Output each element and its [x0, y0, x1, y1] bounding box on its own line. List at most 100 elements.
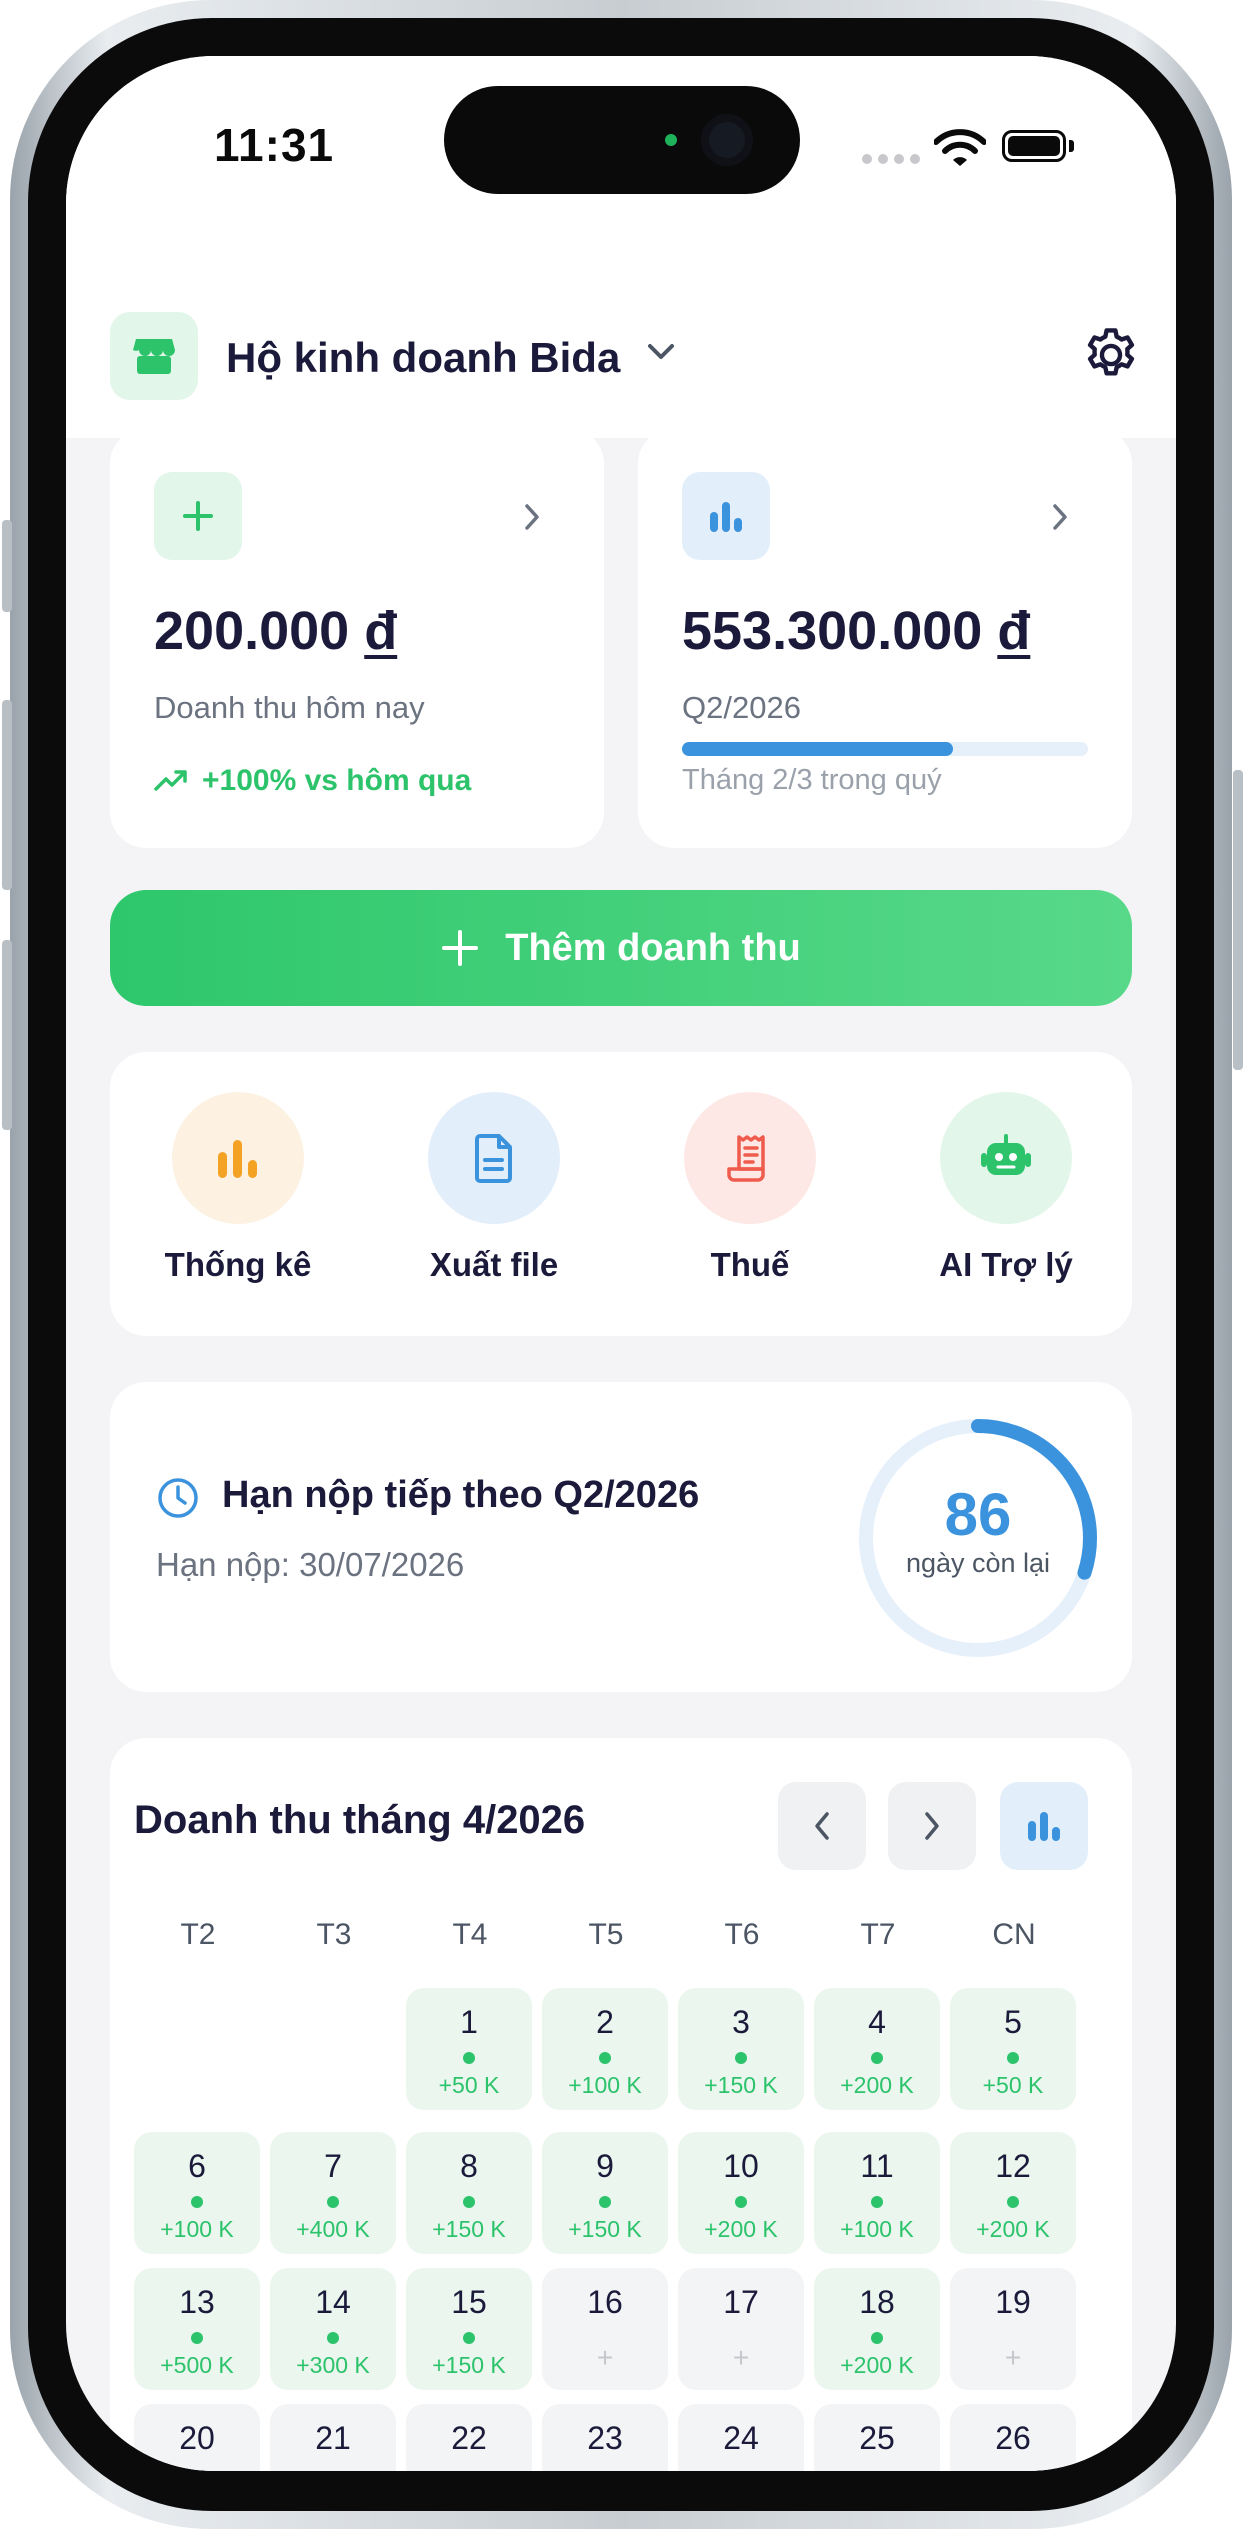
calendar-day-number: 6: [188, 2148, 206, 2184]
action-label: Thống kê: [164, 1246, 312, 1283]
today-revenue-card[interactable]: 200.000 đ Doanh thu hôm nay +100% vs hôm…: [110, 428, 604, 848]
store-icon: [110, 312, 198, 400]
calendar-day[interactable]: 6 +100 K: [134, 2132, 260, 2254]
revenue-dot: [1007, 2052, 1019, 2064]
quarter-progress-label: Tháng 2/3 trong quý: [682, 764, 942, 796]
today-currency: đ: [364, 601, 398, 661]
calendar-day-number: 14: [315, 2284, 351, 2320]
calendar-day[interactable]: 17 +: [678, 2268, 804, 2390]
revenue-dot: [599, 2052, 611, 2064]
action-tax[interactable]: Thuế: [640, 1092, 860, 1284]
calendar-day[interactable]: 11 +100 K: [814, 2132, 940, 2254]
calendar-day[interactable]: 9 +150 K: [542, 2132, 668, 2254]
status-time: 11:31: [214, 119, 335, 171]
revenue-dot: [599, 2196, 611, 2208]
calendar-day-number: 18: [859, 2284, 895, 2320]
calendar-day[interactable]: 8 +150 K: [406, 2132, 532, 2254]
action-statistics[interactable]: Thống kê: [128, 1092, 348, 1284]
add-revenue-button[interactable]: Thêm doanh thu: [110, 890, 1132, 1006]
document-icon: [428, 1092, 560, 1224]
gear-icon[interactable]: [1080, 324, 1142, 386]
calendar-day-number: 3: [732, 2004, 750, 2040]
calendar-day[interactable]: 4 +200 K: [814, 1988, 940, 2110]
calendar-day-amount: +100 K: [840, 2216, 914, 2242]
calendar-day[interactable]: 19 +: [950, 2268, 1076, 2390]
calendar-day-amount: +400 K: [296, 2216, 370, 2242]
calendar-day-number: 25: [859, 2420, 895, 2456]
calendar-day[interactable]: 14 +300 K: [270, 2268, 396, 2390]
calendar-day[interactable]: 18 +200 K: [814, 2268, 940, 2390]
calendar-day[interactable]: 15 +150 K: [406, 2268, 532, 2390]
calendar-day-number: 4: [868, 2004, 886, 2040]
calendar-day-number: 5: [1004, 2004, 1022, 2040]
calendar-day-amount: +500 K: [160, 2352, 234, 2378]
calendar-day[interactable]: 22: [406, 2404, 532, 2471]
calendar-day-number: 8: [460, 2148, 478, 2184]
next-month-button[interactable]: [888, 1782, 976, 1870]
quarter-amount-value: 553.300.000: [682, 601, 983, 661]
calendar-day[interactable]: 3 +150 K: [678, 1988, 804, 2110]
calendar-day[interactable]: 21: [270, 2404, 396, 2471]
action-label: AI Trợ lý: [939, 1246, 1073, 1283]
calendar-day[interactable]: 12 +200 K: [950, 2132, 1076, 2254]
quarter-revenue-amount: 553.300.000 đ: [682, 600, 1030, 662]
calendar-day-amount: +200 K: [840, 2072, 914, 2098]
calendar-day-amount: +100 K: [568, 2072, 642, 2098]
calendar-day-number: 23: [587, 2420, 623, 2456]
action-label: Thuế: [710, 1246, 790, 1283]
calendar-day[interactable]: 13 +500 K: [134, 2268, 260, 2390]
bar-chart-icon: [1028, 1812, 1060, 1841]
weekday-label: T2: [180, 1918, 216, 1951]
action-label: Xuất file: [429, 1246, 559, 1283]
app-screen: 11:31 Hộ kinh doanh Bida 200.000 đ Doanh…: [66, 56, 1176, 2471]
calendar-day-number: 16: [587, 2284, 623, 2320]
action-ai-assistant[interactable]: AI Trợ lý: [896, 1092, 1116, 1284]
business-selector[interactable]: Hộ kinh doanh Bida: [226, 334, 620, 382]
days-left-label: ngày còn lại: [905, 1548, 1051, 1578]
chevron-right-icon[interactable]: [522, 502, 542, 532]
battery-icon: [1002, 130, 1066, 162]
calendar-day-amount: +200 K: [704, 2216, 778, 2242]
calendar-day-number: 7: [324, 2148, 342, 2184]
power-button: [1233, 770, 1243, 1070]
calendar-day-number: 22: [451, 2420, 487, 2456]
action-export-file[interactable]: Xuất file: [384, 1092, 604, 1284]
calendar-day[interactable]: 25: [814, 2404, 940, 2471]
chevron-right-icon: [925, 1812, 939, 1840]
calendar-day[interactable]: 16 +: [542, 2268, 668, 2390]
chevron-down-icon[interactable]: [646, 342, 676, 362]
calendar-day[interactable]: 23: [542, 2404, 668, 2471]
add-entry-icon: +: [732, 2342, 750, 2373]
chevron-right-icon[interactable]: [1050, 502, 1070, 532]
calendar-day[interactable]: 5 +50 K: [950, 1988, 1076, 2110]
quarter-revenue-card[interactable]: 553.300.000 đ Q2/2026 Tháng 2/3 trong qu…: [638, 428, 1132, 848]
calendar-day[interactable]: 10 +200 K: [678, 2132, 804, 2254]
revenue-dot: [191, 2332, 203, 2344]
days-left-number: 86: [944, 1481, 1012, 1548]
today-trend-text: +100% vs hôm qua: [202, 764, 472, 797]
calendar-day-number: 21: [315, 2420, 351, 2456]
calendar-day[interactable]: 1 +50 K: [406, 1988, 532, 2110]
calendar-day[interactable]: 7 +400 K: [270, 2132, 396, 2254]
calendar-day-number: 10: [723, 2148, 759, 2184]
previous-month-button[interactable]: [778, 1782, 866, 1870]
calendar-day[interactable]: 2 +100 K: [542, 1988, 668, 2110]
calendar-day[interactable]: 24: [678, 2404, 804, 2471]
calendar-day-number: 11: [860, 2148, 894, 2184]
calendar-day-number: 9: [596, 2148, 614, 2184]
revenue-dot: [871, 2052, 883, 2064]
calendar-day[interactable]: 26: [950, 2404, 1076, 2471]
calendar-day[interactable]: 20: [134, 2404, 260, 2471]
calendar-day-number: 26: [995, 2420, 1031, 2456]
calendar-day-number: 1: [460, 2004, 478, 2040]
revenue-dot: [871, 2196, 883, 2208]
revenue-dot: [871, 2332, 883, 2344]
today-revenue-amount: 200.000 đ: [154, 600, 397, 662]
add-entry-icon: +: [596, 2342, 614, 2373]
weekday-label: T3: [316, 1918, 352, 1951]
calendar-day-number: 19: [995, 2284, 1031, 2320]
chart-view-button[interactable]: [1000, 1782, 1088, 1870]
calendar-day-amount: +150 K: [432, 2352, 506, 2378]
robot-icon: [940, 1092, 1072, 1224]
calendar-day-number: 12: [995, 2148, 1031, 2184]
